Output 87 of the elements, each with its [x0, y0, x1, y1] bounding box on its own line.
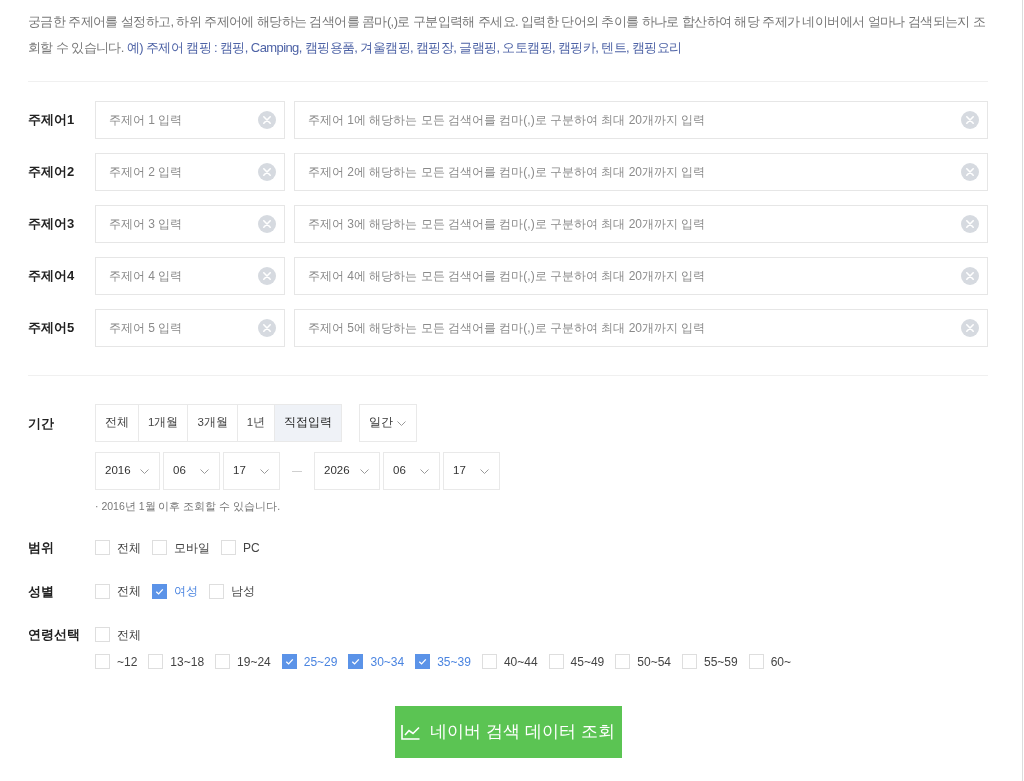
clear-icon[interactable]: [258, 267, 276, 285]
checkbox-label[interactable]: 45~49: [570, 653, 605, 670]
text-field[interactable]: 주제어 1 입력: [95, 101, 285, 139]
checkbox-label[interactable]: 25~29: [303, 653, 338, 670]
dropdown[interactable]: 일간: [359, 404, 418, 442]
field-label: 기간: [28, 415, 55, 433]
chevron-down-icon: [260, 468, 269, 474]
checkbox[interactable]: [95, 654, 110, 669]
checkbox[interactable]: [281, 654, 297, 669]
checkbox[interactable]: [148, 654, 164, 669]
checkbox-label[interactable]: ~12: [117, 653, 138, 670]
chevron-down-icon: [360, 468, 369, 474]
field-label: 주제어3: [28, 215, 76, 234]
checkbox[interactable]: [95, 540, 110, 556]
checkbox[interactable]: [95, 627, 110, 643]
dropdown[interactable]: 06: [383, 452, 440, 490]
checkbox-label[interactable]: 55~59: [704, 653, 738, 670]
checkbox[interactable]: [221, 540, 236, 556]
checkbox[interactable]: [615, 654, 631, 669]
text-field[interactable]: 주제어 2에 해당하는 모든 검색어를 컴마(,)로 구분하여 최대 20개까지 입력: [294, 153, 988, 191]
period-tab[interactable]: 3개월: [187, 404, 238, 442]
clear-icon[interactable]: [258, 111, 276, 129]
field-label: 연령선택: [28, 626, 81, 644]
checkbox[interactable]: [481, 654, 497, 669]
clear-icon[interactable]: [961, 111, 979, 129]
dropdown[interactable]: 17: [223, 452, 280, 490]
field-label: 주제어2: [28, 163, 76, 182]
checkbox-label[interactable]: 13~18: [170, 653, 205, 670]
checkbox[interactable]: [748, 654, 764, 669]
checkbox-label[interactable]: 전체: [117, 626, 141, 643]
text-field[interactable]: 주제어 3 입력: [95, 205, 285, 243]
clear-icon[interactable]: [961, 163, 979, 181]
chevron-down-icon: [480, 468, 489, 474]
checkbox-label[interactable]: 50~54: [637, 653, 671, 670]
checkbox-label[interactable]: 30~34: [370, 653, 405, 670]
text-field[interactable]: 주제어 4에 해당하는 모든 검색어를 컴마(,)로 구분하여 최대 20개까지 입력: [294, 257, 988, 295]
checkbox-label[interactable]: 35~39: [437, 653, 471, 670]
checkbox[interactable]: [415, 654, 431, 669]
text-field[interactable]: 주제어 5 입력: [95, 309, 285, 347]
field-label: 주제어5: [28, 319, 76, 338]
checkbox-label[interactable]: 60~: [770, 653, 792, 670]
dropdown[interactable]: 2016: [95, 452, 160, 490]
dropdown[interactable]: 2026: [314, 452, 380, 490]
checkbox[interactable]: [215, 654, 231, 669]
field-label: 주제어1: [28, 111, 76, 130]
text-field[interactable]: 주제어 5에 해당하는 모든 검색어를 컴마(,)로 구분하여 최대 20개까지 입력: [294, 309, 988, 347]
chevron-down-icon: [140, 468, 149, 474]
clear-icon[interactable]: [961, 267, 979, 285]
checkbox-label[interactable]: PC: [243, 539, 260, 556]
checkbox-label[interactable]: 여성: [174, 583, 198, 600]
note-text: · 2016년 1월 이후 조회할 수 있습니다.: [95, 499, 281, 513]
field-label: 성별: [28, 582, 55, 601]
period-tab[interactable]: 직접입력: [274, 404, 343, 442]
chevron-down-icon: [420, 468, 429, 474]
checkbox-label[interactable]: 모바일: [174, 539, 210, 556]
field-label: 범위: [28, 539, 55, 557]
clear-icon[interactable]: [258, 319, 276, 337]
chevron-down-icon: [397, 420, 407, 426]
checkbox[interactable]: [95, 583, 110, 599]
checkbox-label[interactable]: 남성: [231, 583, 255, 600]
chart-line-icon: [401, 723, 421, 740]
period-tab[interactable]: 1개월: [138, 404, 189, 442]
clear-icon[interactable]: [258, 163, 276, 181]
text-field[interactable]: 주제어 2 입력: [95, 153, 285, 191]
checkbox-label[interactable]: 전체: [117, 539, 141, 556]
checkbox[interactable]: [152, 540, 167, 556]
checkbox[interactable]: [348, 654, 364, 669]
clear-icon[interactable]: [258, 215, 276, 233]
text-field[interactable]: 주제어 1에 해당하는 모든 검색어를 컴마(,)로 구분하여 최대 20개까지 입력: [294, 101, 988, 139]
checkbox-label[interactable]: 전체: [117, 583, 141, 600]
clear-icon[interactable]: [961, 215, 979, 233]
checkbox-label[interactable]: 40~44: [503, 653, 538, 670]
period-tab[interactable]: 전체: [95, 404, 139, 442]
dropdown[interactable]: 06: [163, 452, 220, 490]
checkbox[interactable]: [152, 583, 167, 599]
checkbox[interactable]: [548, 654, 564, 669]
period-tab[interactable]: 1년: [236, 404, 276, 442]
checkbox[interactable]: [209, 583, 224, 599]
dropdown[interactable]: 17: [443, 452, 500, 490]
text-field[interactable]: 주제어 3에 해당하는 모든 검색어를 컴마(,)로 구분하여 최대 20개까지 입력: [294, 205, 988, 243]
chevron-down-icon: [200, 468, 209, 474]
checkbox-label[interactable]: 19~24: [237, 653, 271, 670]
clear-icon[interactable]: [961, 319, 979, 337]
text-field[interactable]: 주제어 4 입력: [95, 257, 285, 295]
checkbox[interactable]: [682, 654, 697, 669]
field-label: 주제어4: [28, 267, 76, 286]
intro-text: 궁금한 주제어를 설정하고, 하위 주제어에 해당하는 검색어를 콤마(,)로 구분입력해 주세요. 입력한 단어의 추이를 하나로 합산하여 해당 주제가 네이버에서 얼마나 검색되는지 조회할 수 있습니다. 예) 주제어 캠핑 : 캠핑, Camping, 캠핑용품, 겨울캠핑, 캠핑장, 글램핑, 오토캠핑, 캠핑카, 텐트, 캠핑요리: [28, 13, 987, 57]
